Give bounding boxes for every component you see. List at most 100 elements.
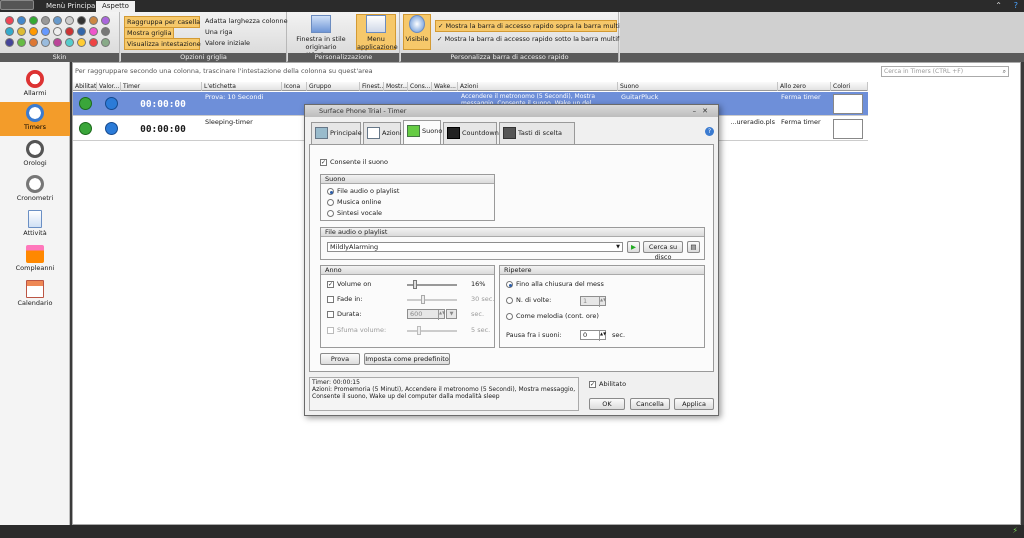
duration-spinner[interactable]: ▲▼ [438,310,445,320]
set-default-button[interactable]: Imposta come predefinito [364,353,450,365]
nav-item-attivita[interactable]: Attività [0,208,70,242]
minimize-ribbon-icon[interactable]: ⌃ [995,1,1002,10]
skin-swatch[interactable] [53,38,62,47]
times-input[interactable]: 1 ▲▼ [580,296,606,307]
color-picker[interactable] [833,119,863,139]
initial-value-button[interactable]: Valore iniziale [203,38,250,48]
nav-item-compleanni[interactable]: Compleanni [0,243,70,277]
play-icon[interactable] [79,97,92,110]
col-header[interactable]: Allo zero [778,82,831,91]
times-spinner[interactable]: ▲▼ [599,297,606,307]
skin-swatch[interactable] [5,16,14,25]
col-header[interactable]: Icona [282,82,307,91]
radio-speech[interactable] [327,210,334,217]
skin-swatch[interactable] [89,38,98,47]
skin-swatch[interactable] [101,16,110,25]
nav-item-calendario[interactable]: Calendario [0,278,70,312]
browse-disk-button[interactable]: Cerca su disco [643,241,683,261]
col-header[interactable]: Azioni [458,82,618,91]
one-row-button[interactable]: Una riga [203,27,233,37]
skin-swatch[interactable] [29,27,38,36]
color-picker[interactable] [833,94,863,114]
nav-item-cronometri[interactable]: Cronometri [0,173,70,207]
enable-sound-checkbox[interactable]: ✓ [320,159,327,166]
nav-item-timers[interactable]: Timers [0,102,70,136]
reset-icon[interactable] [105,122,118,135]
skin-swatch[interactable] [77,38,86,47]
col-header[interactable]: Timer [121,82,202,91]
col-header[interactable]: Suono [618,82,778,91]
nav-item-orologi[interactable]: Orologi [0,138,70,172]
tab-countdown[interactable]: Countdown [443,122,499,144]
col-header[interactable]: L'etichetta [202,82,282,91]
application-button[interactable] [0,0,34,10]
tab-suono[interactable]: Suono [403,120,442,145]
fit-columns-button[interactable]: Adatta larghezza colonne [203,16,288,26]
col-header[interactable]: Valor... [97,82,121,91]
reset-icon[interactable] [105,97,118,110]
dialog-title-bar[interactable]: Surface Phone Trial - Timer –✕ [305,105,718,117]
col-header[interactable]: Mostr... [384,82,408,91]
pause-input[interactable]: 0 ▲▼ [580,330,606,341]
skin-swatch[interactable] [17,16,26,25]
nav-item-allarmi[interactable]: Allarmi [0,68,70,102]
show-below-button[interactable]: ✓ Mostra la barra di accesso rapido sott… [435,34,645,44]
enabled-checkbox[interactable]: ✓ [589,381,596,388]
play-icon[interactable] [79,122,92,135]
col-header[interactable]: Gruppo [307,82,360,91]
window-controls[interactable]: –✕ [693,105,714,117]
apply-button[interactable]: Applica [674,398,714,410]
skin-swatch[interactable] [41,38,50,47]
show-above-button[interactable]: ✓ Mostra la barra di accesso rapido sopr… [435,20,648,32]
fade-in-slider-thumb[interactable] [421,295,425,304]
col-header[interactable]: Colori [831,82,868,91]
menu-app-button[interactable]: Menu applicazione [356,14,398,51]
audio-file-select[interactable]: MildlyAlarming ▼ [327,242,623,252]
fade-volume-checkbox[interactable] [327,327,334,334]
skin-swatch[interactable] [5,27,14,36]
col-header[interactable]: Cons... [408,82,432,91]
radio-until-closed[interactable] [506,281,513,288]
volume-on-checkbox[interactable]: ✓ [327,281,334,288]
visible-button[interactable]: Visibile [403,14,431,50]
radio-online-music[interactable] [327,199,334,206]
volume-slider-thumb[interactable] [413,280,417,289]
help-icon[interactable]: ? [1014,1,1018,10]
fade-in-slider[interactable] [407,299,457,301]
skin-swatch[interactable] [89,16,98,25]
radio-file-audio[interactable] [327,188,334,195]
tab-tasti-scelta-rapida[interactable]: Tasti di scelta rapida [499,122,575,157]
skin-swatch[interactable] [29,16,38,25]
skin-swatch[interactable] [65,27,74,36]
skin-swatch[interactable] [53,16,62,25]
tab-principale[interactable]: Principale [311,122,362,144]
cancel-button[interactable]: Cancella [630,398,670,410]
skin-swatch[interactable] [41,16,50,25]
skin-swatch[interactable] [101,27,110,36]
file-options-button[interactable]: ▤ [687,241,700,253]
help-icon[interactable]: ? [705,127,714,136]
skin-swatch[interactable] [29,38,38,47]
tab-azioni[interactable]: Azioni [363,122,402,144]
radio-times[interactable] [506,297,513,304]
fade-in-checkbox[interactable] [327,296,334,303]
test-button[interactable]: Prova [320,353,360,365]
skin-swatch[interactable] [5,38,14,47]
search-input[interactable]: Cerca in Timers (CTRL +F) ⌕ [881,66,1009,77]
radio-melody[interactable] [506,313,513,320]
show-header-button[interactable]: Visualizza intestazione [124,38,201,50]
group-by-hint[interactable]: Per raggruppare secondo una colonna, tra… [75,67,373,75]
skin-swatch[interactable] [41,27,50,36]
ok-button[interactable]: OK [589,398,625,410]
skin-swatch[interactable] [65,38,74,47]
skin-swatch[interactable] [53,27,62,36]
skin-swatch[interactable] [17,38,26,47]
col-header[interactable]: Wake... [432,82,458,91]
pause-spinner[interactable]: ▲▼ [599,331,606,341]
duration-input[interactable]: 600 ▲▼ [407,309,445,320]
col-header[interactable]: Abilitato [73,82,97,91]
fade-volume-slider[interactable] [407,330,457,332]
skin-swatch[interactable] [17,27,26,36]
tab-appearance[interactable]: Aspetto [96,1,135,12]
fade-volume-slider-thumb[interactable] [417,326,421,335]
